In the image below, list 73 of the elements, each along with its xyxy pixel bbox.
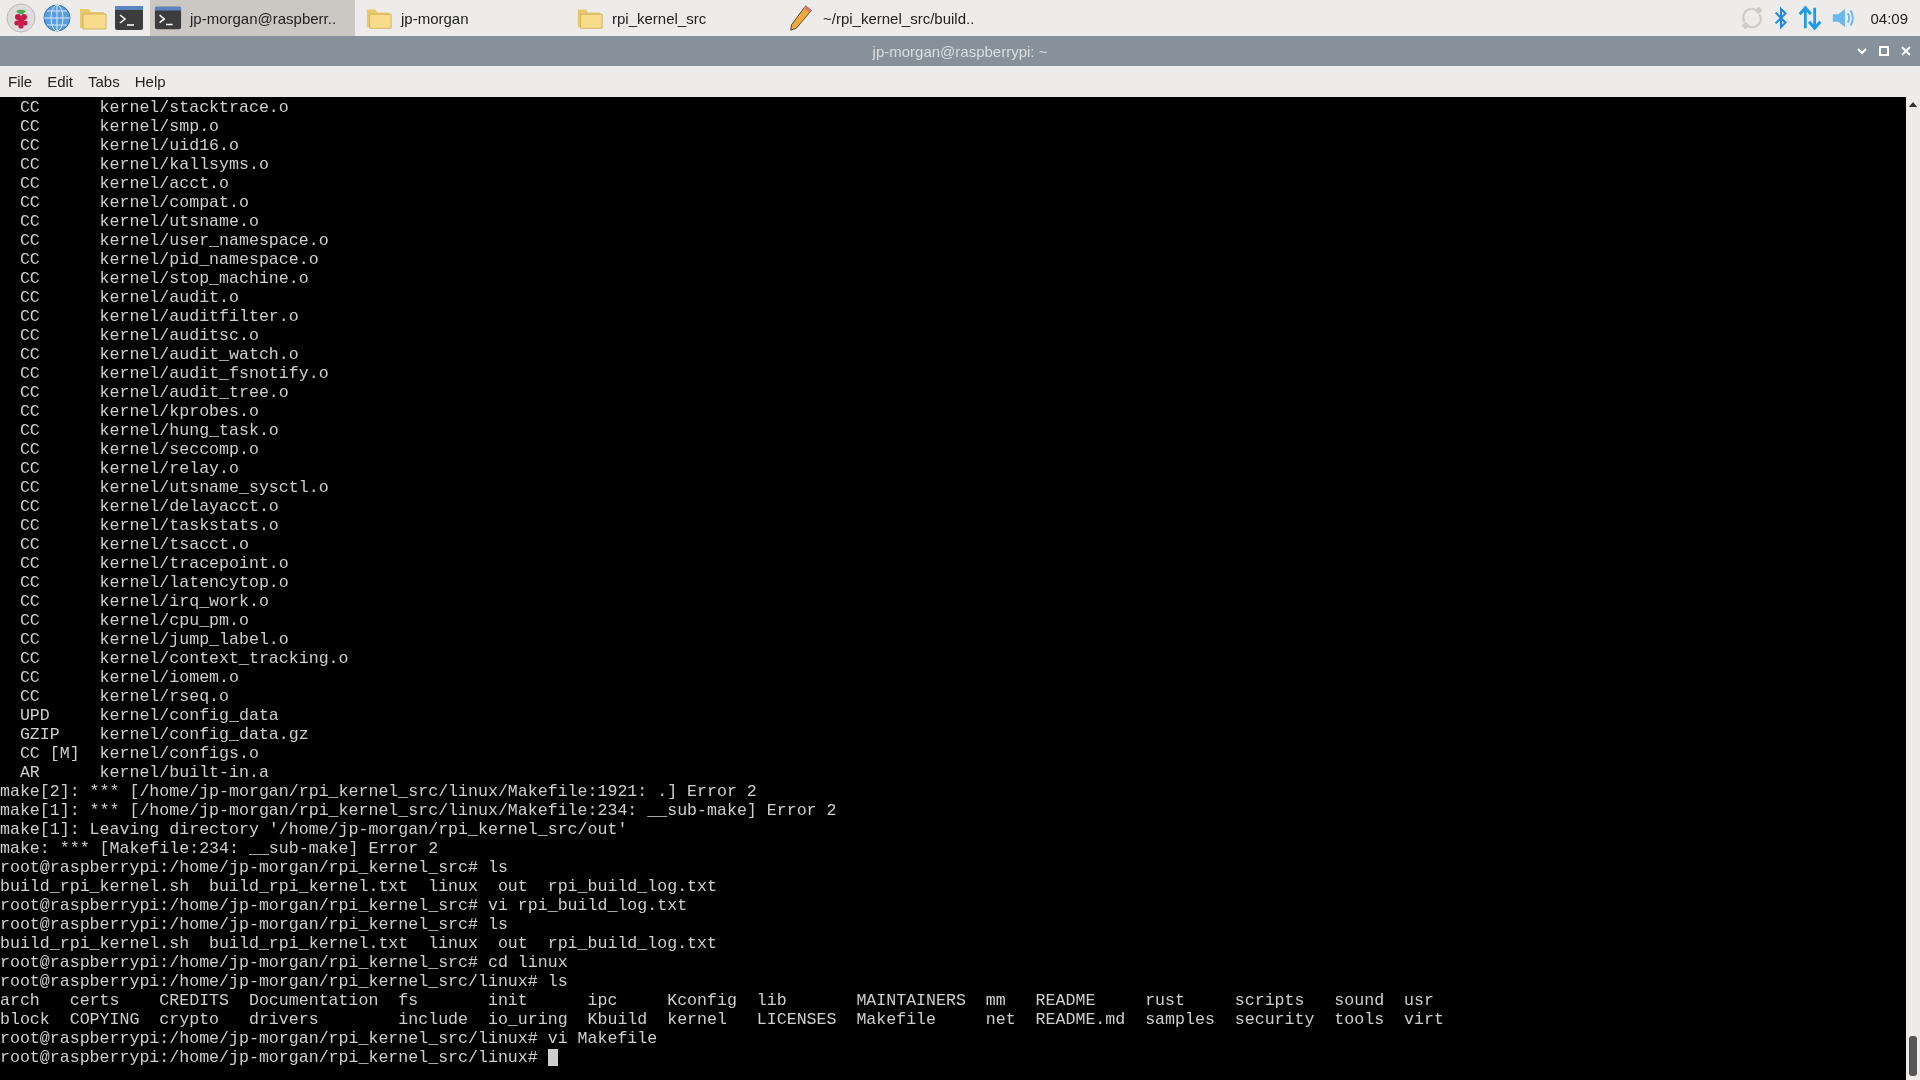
raspberry-menu-icon[interactable] <box>6 3 36 33</box>
terminal-line: root@raspberrypi:/home/jp-morgan/rpi_kernel_src# vi rpi_build_log.txt <box>0 896 689 915</box>
terminal-line: CC kernel/delayacct.o <box>18 497 280 516</box>
terminal-line: CC kernel/kprobes.o <box>18 402 260 421</box>
terminal-line: CC kernel/latencytop.o <box>18 573 290 592</box>
maximize-icon[interactable] <box>1878 45 1890 57</box>
terminal-line: CC kernel/tracepoint.o <box>18 554 290 573</box>
taskbar-task[interactable]: ~/rpi_kernel_src/build.. <box>783 0 988 36</box>
terminal-line: CC kernel/rseq.o <box>18 687 231 706</box>
terminal-line: CC kernel/acct.o <box>18 174 231 193</box>
terminal-icon <box>154 4 182 32</box>
terminal-line: make[2]: *** [/home/jp-morgan/rpi_kernel_src/linux/Makefile:1921: .] Error 2 <box>0 782 758 801</box>
menu-item[interactable]: Help <box>134 73 166 90</box>
terminal-line: CC kernel/auditfilter.o <box>18 307 300 326</box>
terminal-line: CC kernel/audit_fsnotify.o <box>18 364 330 383</box>
terminal-line: CC kernel/irq_work.o <box>18 592 270 611</box>
menu-item[interactable]: Tabs <box>88 73 120 90</box>
scroll-up-icon[interactable] <box>1908 101 1918 108</box>
clock[interactable]: 04:09 <box>1864 9 1914 27</box>
menu-item[interactable]: File <box>8 73 33 90</box>
terminal-prompt: root@raspberrypi:/home/jp-morgan/rpi_kernel_src/linux# <box>0 1048 539 1067</box>
taskbar-task[interactable]: jp-morgan@raspberr.. <box>150 0 355 36</box>
terminal-line: CC kernel/kallsyms.o <box>18 155 270 174</box>
scrollbar-thumb[interactable] <box>1909 1036 1917 1076</box>
terminal-line: CC kernel/utsname.o <box>18 212 260 231</box>
terminal-line: CC kernel/cpu_pm.o <box>18 611 250 630</box>
terminal-line: CC kernel/stacktrace.o <box>18 98 290 117</box>
pencil-icon <box>787 4 815 32</box>
terminal-line: CC kernel/jump_label.o <box>18 630 290 649</box>
terminal-line: CC kernel/stop_machine.o <box>18 269 310 288</box>
terminal-line: root@raspberrypi:/home/jp-morgan/rpi_kernel_src# ls <box>0 858 509 877</box>
terminal-line: CC kernel/user_namespace.o <box>18 231 330 250</box>
minimize-icon[interactable] <box>1856 45 1868 57</box>
terminal-line: root@raspberrypi:/home/jp-morgan/rpi_kernel_src/linux# vi Makefile <box>0 1029 659 1048</box>
terminal-line: root@raspberrypi:/home/jp-morgan/rpi_kernel_src/linux# ls <box>0 972 569 991</box>
terminal-line: CC kernel/context_tracking.o <box>18 649 350 668</box>
terminal-line: CC kernel/relay.o <box>18 459 240 478</box>
terminal-line: build_rpi_kernel.sh build_rpi_kernel.txt linux out rpi_build_log.txt <box>0 934 718 953</box>
terminal-line: CC kernel/compat.o <box>18 193 250 212</box>
terminal-line: root@raspberrypi:/home/jp-morgan/rpi_kernel_src# cd linux <box>0 953 569 972</box>
terminal-line: CC kernel/seccomp.o <box>18 440 260 459</box>
terminal-icon[interactable] <box>114 3 144 33</box>
globe-icon[interactable] <box>42 3 72 33</box>
terminal-line: CC kernel/audit_watch.o <box>18 345 300 364</box>
terminal-line: root@raspberrypi:/home/jp-morgan/rpi_kernel_src# ls <box>0 915 509 934</box>
terminal-line: CC kernel/tsacct.o <box>18 535 250 554</box>
terminal-line: CC kernel/audit.o <box>18 288 240 307</box>
terminal-line: CC [M] kernel/configs.o <box>18 744 260 763</box>
terminal-line: make: *** [Makefile:234: __sub-make] Error 2 <box>0 839 440 858</box>
terminal-line: CC kernel/iomem.o <box>18 668 240 687</box>
terminal-line: CC kernel/uid16.o <box>18 136 240 155</box>
terminal-line: CC kernel/taskstats.o <box>18 516 280 535</box>
window-title: jp-morgan@raspberrypi: ~ <box>872 42 1048 60</box>
terminal-line: CC kernel/smp.o <box>18 117 221 136</box>
text-cursor <box>547 1049 558 1066</box>
terminal-line: CC kernel/auditsc.o <box>18 326 260 345</box>
close-icon[interactable] <box>1900 45 1912 57</box>
terminal-line: GZIP kernel/config_data.gz <box>18 725 310 744</box>
terminal-line: make[1]: Leaving directory '/home/jp-morgan/rpi_kernel_src/out' <box>0 820 629 839</box>
terminal-line: build_rpi_kernel.sh build_rpi_kernel.txt linux out rpi_build_log.txt <box>0 877 718 896</box>
terminal-line: arch certs CREDITS Documentation fs init ipc Kconfig lib MAINTAINERS mm README rust scripts sound usr <box>0 991 1435 1010</box>
terminal-line: block COPYING crypto drivers include io_uring Kbuild kernel LICENSES Makefile net README.md samples security tools virt <box>0 1010 1445 1029</box>
terminal-line: make[1]: *** [/home/jp-morgan/rpi_kernel_src/linux/Makefile:234: __sub-make] Error 2 <box>0 801 838 820</box>
terminal-line: AR kernel/built-in.a <box>18 763 270 782</box>
scrollbar[interactable] <box>1906 97 1920 1080</box>
terminal-line: CC kernel/audit_tree.o <box>18 383 290 402</box>
terminal-line: UPD kernel/config_data <box>18 706 280 725</box>
terminal-line: CC kernel/utsname_sysctl.o <box>18 478 330 497</box>
terminal-line: CC kernel/hung_task.o <box>18 421 280 440</box>
taskbar-task[interactable]: rpi_kernel_src <box>572 0 777 36</box>
taskbar-task[interactable]: jp-morgan <box>361 0 566 36</box>
terminal-line: CC kernel/pid_namespace.o <box>18 250 320 269</box>
menu-item[interactable]: Edit <box>47 73 74 90</box>
